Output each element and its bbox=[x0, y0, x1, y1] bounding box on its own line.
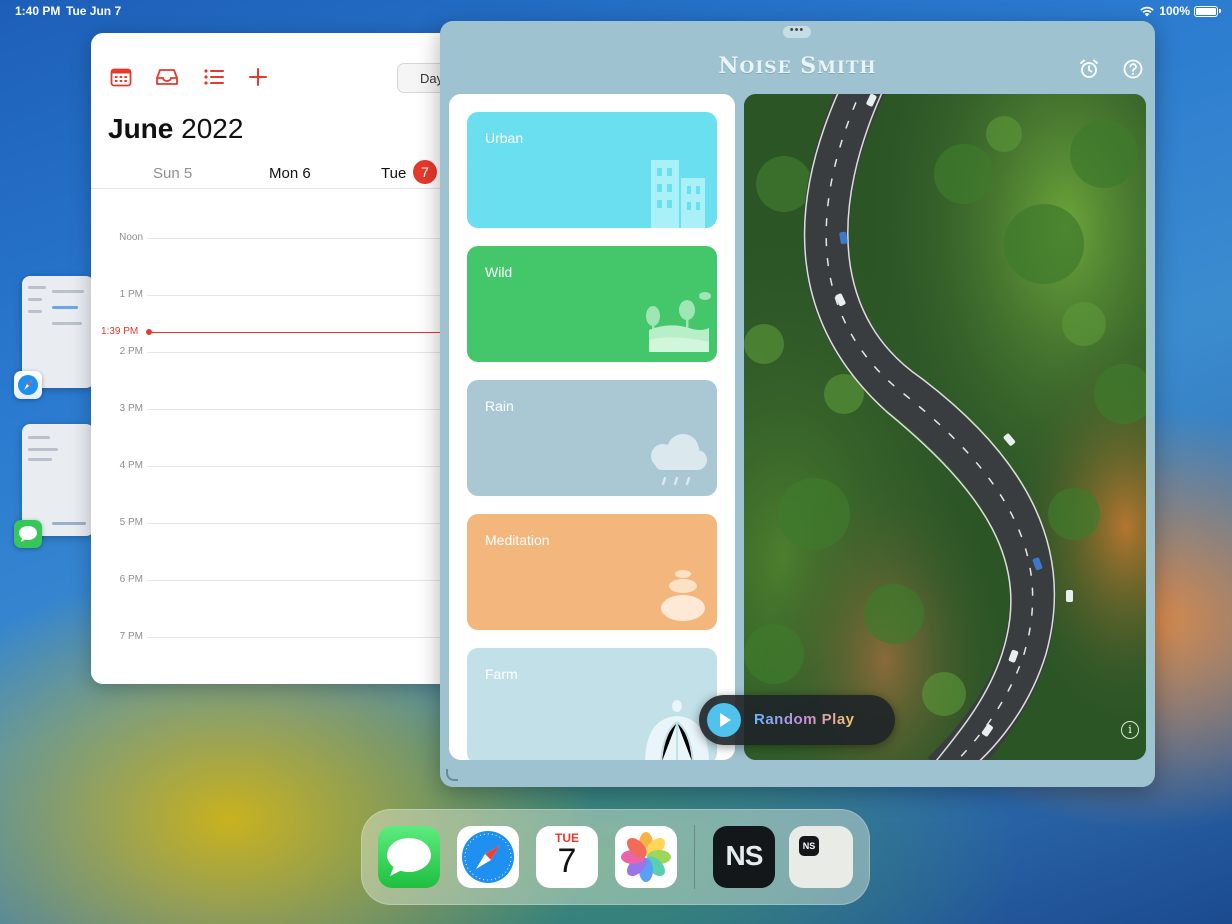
category-list[interactable]: Urban Wild Rain Meditation Farm bbox=[449, 94, 735, 760]
random-play-button[interactable]: Random Play bbox=[699, 695, 895, 745]
stacked-stones-icon bbox=[661, 570, 705, 621]
week-days: Sun 5 Mon 6 Tue 7 bbox=[91, 160, 461, 189]
aerial-road-photo bbox=[744, 94, 1146, 760]
category-card-rain[interactable]: Rain bbox=[467, 380, 717, 496]
hour-label: 4 PM bbox=[119, 460, 143, 471]
nature-landscape-icon bbox=[646, 292, 711, 352]
day-sun[interactable]: Sun 5 bbox=[153, 165, 192, 182]
day-mon[interactable]: Mon 6 bbox=[269, 165, 311, 182]
multitasking-handle[interactable]: ••• bbox=[783, 25, 811, 38]
hour-label: 7 PM bbox=[119, 631, 143, 642]
hour-label: 1 PM bbox=[119, 289, 143, 300]
header-divider bbox=[91, 188, 461, 189]
info-icon[interactable]: i bbox=[1121, 721, 1139, 739]
city-buildings-icon bbox=[651, 160, 705, 228]
hour-label: Noon bbox=[119, 232, 143, 243]
alarm-icon[interactable] bbox=[1079, 59, 1099, 79]
safari-shelf-icon[interactable] bbox=[14, 371, 42, 399]
category-card-urban[interactable]: Urban bbox=[467, 112, 717, 228]
wifi-icon bbox=[1140, 6, 1155, 17]
today-badge[interactable]: 7 bbox=[413, 160, 437, 184]
category-card-wild[interactable]: Wild bbox=[467, 246, 717, 362]
help-icon[interactable] bbox=[1123, 59, 1143, 79]
hour-label: 2 PM bbox=[119, 346, 143, 357]
calendar-window: Day June 2022 Sun 5 Mon 6 Tue 7 Noon 1 P… bbox=[91, 33, 461, 684]
forest-road-image bbox=[744, 94, 1146, 760]
dock-noise-smith-icon[interactable]: NS bbox=[713, 826, 775, 888]
hour-row: 2 PM bbox=[91, 346, 461, 366]
dock-recent-noise-smith[interactable]: NS bbox=[789, 826, 853, 888]
add-event-icon[interactable] bbox=[249, 67, 267, 87]
category-label: Urban bbox=[485, 130, 524, 146]
category-label: Rain bbox=[485, 398, 514, 414]
hour-row: 6 PM bbox=[91, 574, 461, 594]
hour-label: 6 PM bbox=[119, 574, 143, 585]
messages-shelf-icon[interactable] bbox=[14, 520, 42, 548]
hour-label: 5 PM bbox=[119, 517, 143, 528]
dock-calendar-day: 7 bbox=[557, 842, 577, 880]
hour-row: 4 PM bbox=[91, 460, 461, 480]
dock-calendar-icon[interactable]: TUE 7 bbox=[536, 826, 598, 888]
year: 2022 bbox=[181, 113, 244, 144]
current-time-label: 1:39 PM bbox=[101, 326, 139, 337]
day-tue[interactable]: Tue bbox=[381, 165, 406, 182]
hour-row: 7 PM bbox=[91, 631, 461, 651]
hour-row: Noon bbox=[91, 232, 461, 252]
app-title: NOISE SMITH bbox=[718, 53, 877, 79]
status-bar: 1:40 PM Tue Jun 7 100% bbox=[0, 0, 1232, 22]
calendar-icon[interactable] bbox=[110, 67, 132, 87]
noise-smith-logo: NS bbox=[725, 840, 764, 871]
category-card-farm[interactable]: Farm bbox=[467, 648, 717, 760]
month-title: June 2022 bbox=[108, 113, 243, 145]
inbox-icon[interactable] bbox=[155, 67, 179, 87]
rain-cloud-icon bbox=[651, 434, 707, 486]
category-label: Meditation bbox=[485, 532, 550, 548]
dock: TUE 7 NS NS bbox=[361, 809, 870, 905]
hour-row: 5 PM bbox=[91, 517, 461, 537]
play-icon bbox=[707, 703, 741, 737]
window-resize-handle[interactable] bbox=[446, 769, 458, 781]
dock-photos-icon[interactable] bbox=[615, 826, 677, 888]
status-time: 1:40 PM bbox=[15, 4, 61, 18]
battery-percent: 100% bbox=[1159, 4, 1190, 18]
hour-row: 3 PM bbox=[91, 403, 461, 423]
hour-label: 3 PM bbox=[119, 403, 143, 414]
noise-smith-window: ••• NOISE SMITH Urban Wild Rain Meditati… bbox=[440, 21, 1155, 787]
battery-icon bbox=[1194, 5, 1221, 17]
dock-messages-icon[interactable] bbox=[378, 826, 440, 888]
dock-safari-icon[interactable] bbox=[457, 826, 519, 888]
category-label: Farm bbox=[485, 666, 518, 682]
hour-row: 1 PM bbox=[91, 289, 461, 309]
list-icon[interactable] bbox=[203, 67, 225, 87]
month-name: June bbox=[108, 113, 174, 144]
category-card-meditation[interactable]: Meditation bbox=[467, 514, 717, 630]
status-date: Tue Jun 7 bbox=[66, 4, 122, 18]
recent-app-badge: NS bbox=[799, 836, 819, 856]
random-play-label: Random Play bbox=[754, 711, 855, 728]
status-right: 100% bbox=[1139, 4, 1221, 18]
category-label: Wild bbox=[485, 264, 513, 280]
dock-separator bbox=[694, 825, 695, 889]
